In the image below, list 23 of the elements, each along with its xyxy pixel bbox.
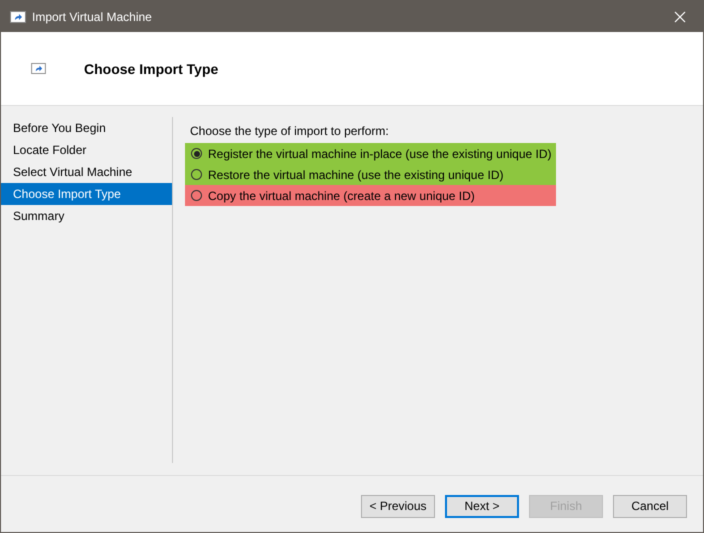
wizard-button[interactable]: Cancel <box>613 494 687 518</box>
wizard-step[interactable]: Select Virtual Machine <box>1 161 172 183</box>
import-option[interactable]: Register the virtual machine in-place (use the existing unique ID) <box>185 143 556 164</box>
import-option[interactable]: Restore the virtual machine (use the existing unique ID) <box>185 164 556 185</box>
prompt-text: Choose the type of import to perform: <box>190 123 390 139</box>
window-title: Import Virtual Machine <box>32 10 153 24</box>
option-label: Copy the virtual machine (create a new unique ID) <box>208 188 475 202</box>
wizard-step[interactable]: Before You Begin <box>1 117 172 139</box>
wizard-button[interactable]: < Previous <box>361 494 435 518</box>
wizard-step[interactable]: Locate Folder <box>1 139 172 161</box>
radio-button[interactable] <box>191 169 202 180</box>
import-option[interactable]: Copy the virtual machine (create a new unique ID) <box>185 185 556 206</box>
page-title: Choose Import Type <box>84 60 218 76</box>
radio-button[interactable] <box>191 190 202 201</box>
wizard-step[interactable]: Summary <box>1 205 172 227</box>
option-label: Register the virtual machine in-place (use the existing unique ID) <box>208 146 552 160</box>
wizard-button[interactable]: Next > <box>445 494 519 518</box>
close-icon <box>674 10 686 22</box>
wizard-step[interactable]: Choose Import Type <box>1 183 172 205</box>
import-icon <box>10 10 26 22</box>
option-label: Restore the virtual machine (use the existing unique ID) <box>208 168 504 182</box>
radio-button[interactable] <box>191 148 202 159</box>
import-icon <box>31 63 46 74</box>
